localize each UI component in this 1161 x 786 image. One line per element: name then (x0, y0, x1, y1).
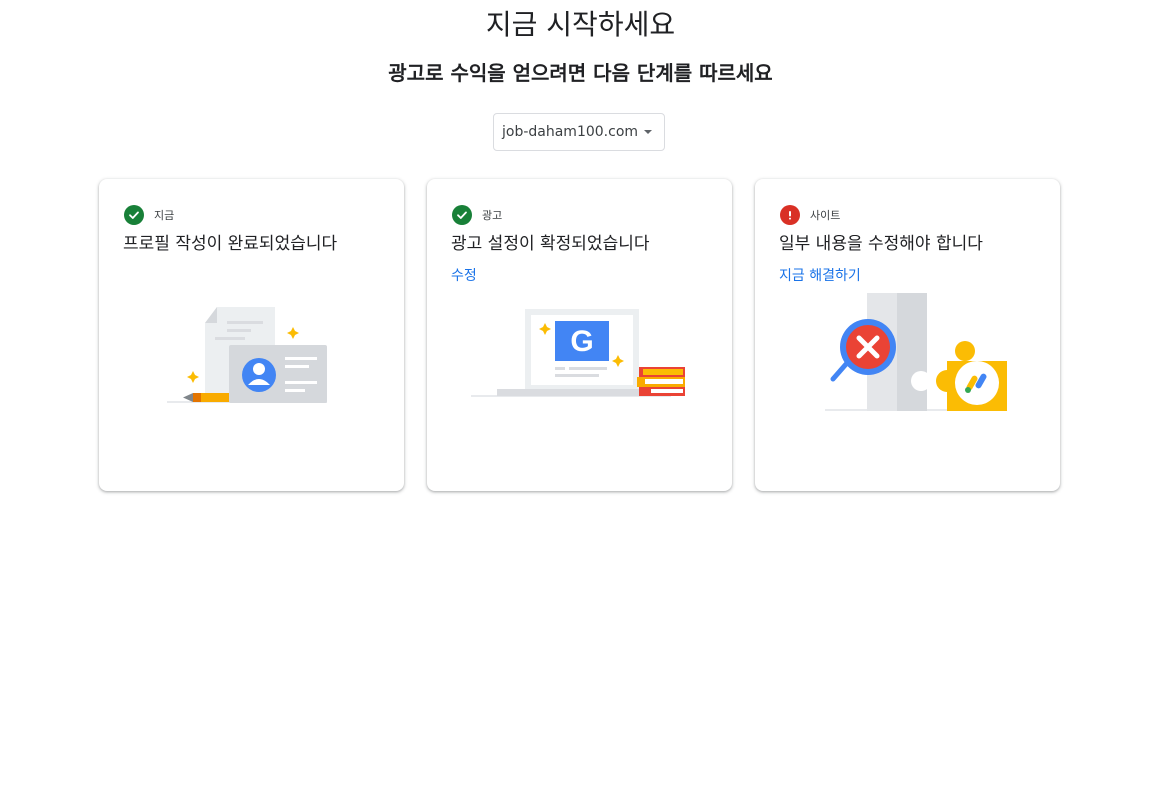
card-header: 사이트 (780, 205, 840, 225)
step-card-profile: 지금 프로필 작성이 완료되었습니다 (99, 179, 404, 491)
card-tag: 사이트 (810, 209, 841, 222)
page: 지금 시작하세요 광고로 수익을 얻으려면 다음 단계를 따르세요 job-da… (0, 0, 1161, 786)
card-header: 지금 (124, 205, 174, 225)
card-title: 일부 내용을 수정해야 합니다 (779, 234, 983, 254)
check-circle-icon (452, 205, 472, 225)
page-subtitle: 광고로 수익을 얻으려면 다음 단계를 따르세요 (388, 61, 773, 85)
page-title: 지금 시작하세요 (485, 8, 676, 41)
profile-illustration (165, 301, 335, 415)
card-tag: 광고 (482, 209, 503, 222)
step-card-ads: 광고 광고 설정이 확정되었습니다 수정 G (427, 179, 732, 491)
svg-text:G: G (570, 325, 593, 358)
laptop-illustration: G (467, 303, 692, 407)
site-error-illustration (825, 291, 1015, 420)
site-selector-value: job-daham100.com (502, 124, 639, 140)
edit-link[interactable]: 수정 (451, 265, 477, 285)
fix-now-link[interactable]: 지금 해결하기 (779, 265, 861, 285)
site-selector-dropdown[interactable]: job-daham100.com (493, 113, 665, 151)
error-circle-icon (780, 205, 800, 225)
card-title: 프로필 작성이 완료되었습니다 (123, 234, 338, 254)
caret-down-icon (644, 130, 652, 134)
card-tag: 지금 (154, 209, 175, 222)
step-card-site: 사이트 일부 내용을 수정해야 합니다 지금 해결하기 (755, 179, 1060, 491)
check-circle-icon (124, 205, 144, 225)
card-header: 광고 (452, 205, 502, 225)
card-title: 광고 설정이 확정되었습니다 (451, 234, 650, 254)
